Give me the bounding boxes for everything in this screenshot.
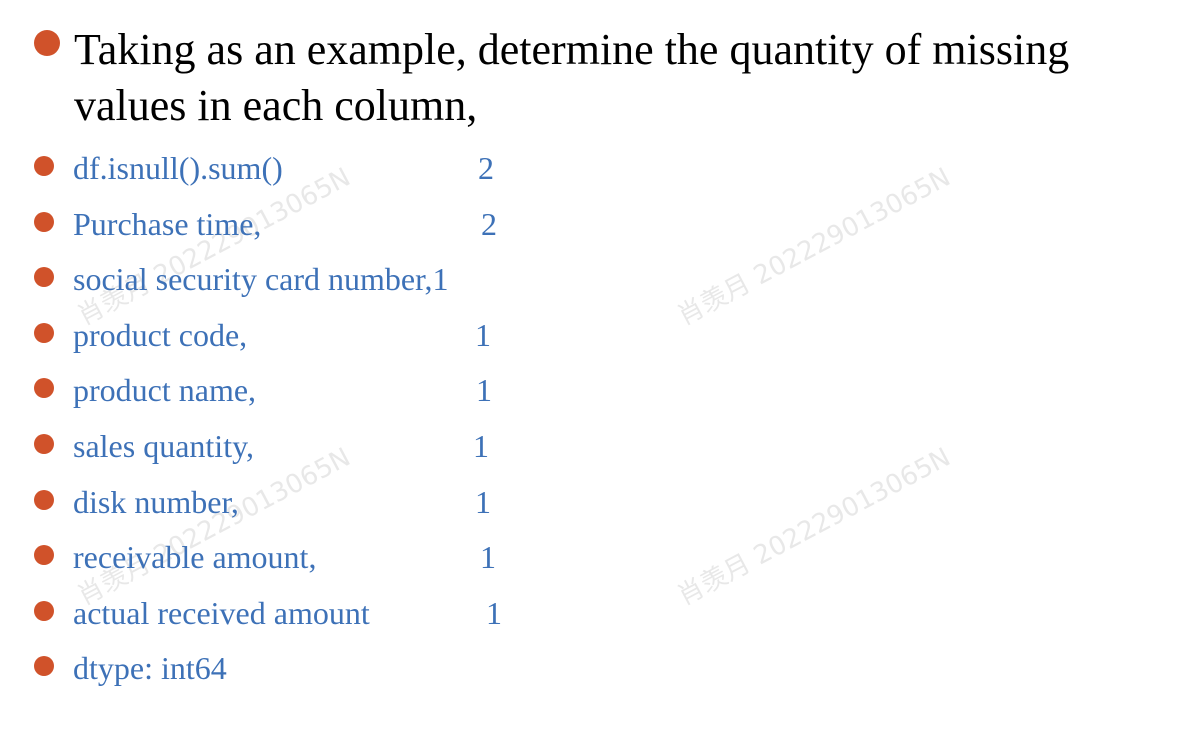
- item-label: product code,: [73, 316, 248, 353]
- bullet-icon: [34, 378, 54, 399]
- item-count: 1: [486, 594, 502, 631]
- item-count: 1: [476, 372, 492, 409]
- item-label: product name,: [73, 372, 257, 409]
- bullet-icon: [34, 267, 54, 288]
- watermark: 肖羡月 202229013065N: [672, 442, 956, 612]
- item-count: 1: [475, 316, 491, 353]
- bullet-icon: [34, 433, 54, 454]
- item-count: 1: [480, 539, 496, 576]
- bullet-icon: [34, 656, 54, 677]
- watermark: 肖羡月 202229013065N: [672, 162, 956, 332]
- bullet-icon: [34, 545, 54, 566]
- item-label: Purchase time,: [73, 205, 262, 242]
- item-count: 2: [481, 205, 497, 242]
- slide-heading: Taking as an example, determine the quan…: [74, 25, 1070, 130]
- item-label: df.isnull().sum(): [73, 150, 283, 186]
- item-count: 1: [473, 427, 489, 464]
- item-label: sales quantity,: [73, 427, 254, 464]
- bullet-icon: [34, 600, 54, 621]
- item-count: 1: [475, 483, 491, 520]
- item-label: actual received amount: [73, 594, 370, 631]
- bullet-icon: [34, 30, 60, 56]
- slide: 肖羡月 202229013065N 肖羡月 202229013065N 肖羡月 …: [0, 0, 1194, 738]
- item-label: disk number,: [73, 483, 239, 520]
- item-label: dtype: int64: [73, 650, 227, 687]
- bullet-icon: [34, 211, 54, 232]
- bullet-icon: [34, 489, 54, 510]
- item-label: receivable amount,: [73, 539, 317, 576]
- item-label: social security card number,1: [73, 261, 449, 298]
- bullet-icon: [34, 156, 54, 176]
- bullet-icon: [34, 322, 54, 343]
- item-count: 2: [478, 150, 494, 186]
